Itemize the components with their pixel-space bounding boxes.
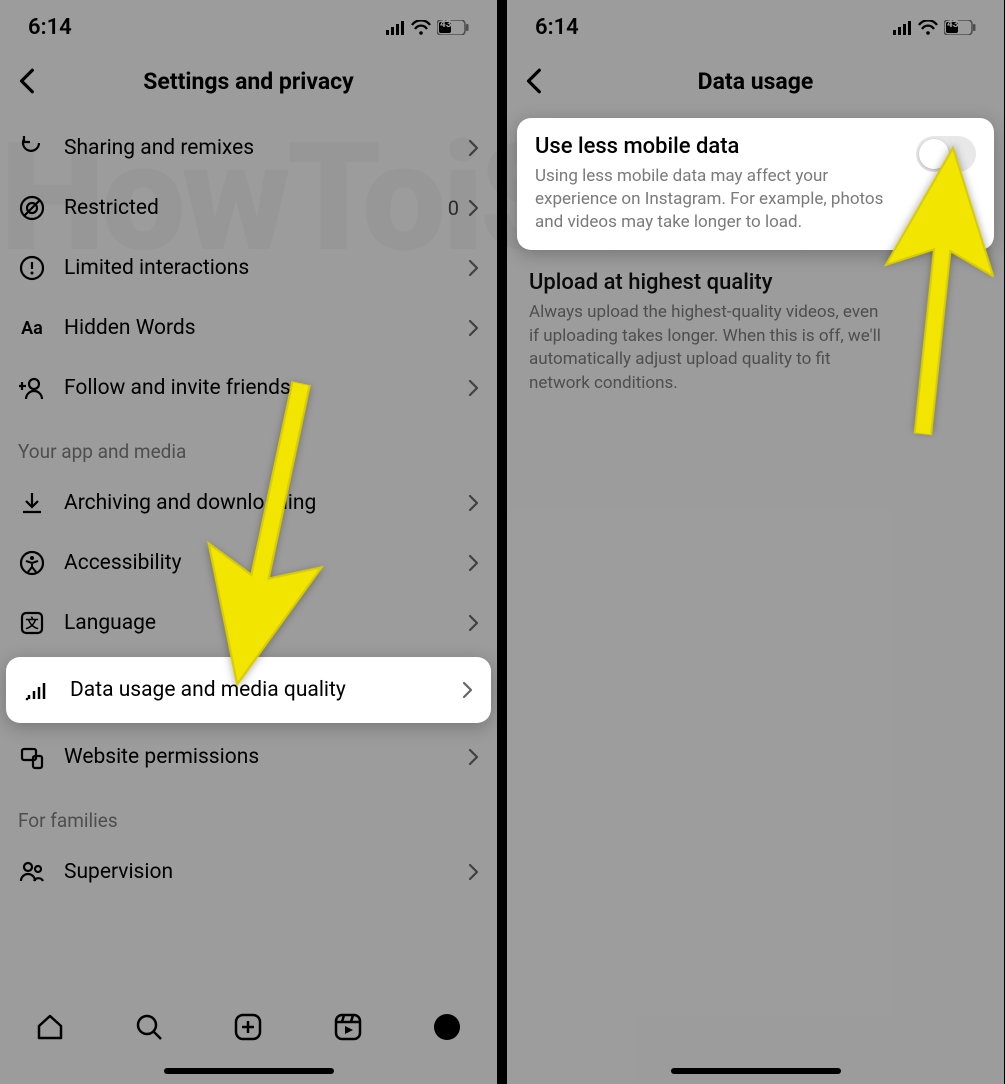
battery-level: 43 (947, 19, 958, 30)
status-time: 6:14 (28, 15, 72, 40)
row-limited-interactions[interactable]: Limited interactions (0, 238, 497, 298)
toggle-use-less-data[interactable] (916, 136, 976, 172)
signal-icon (22, 674, 54, 706)
tab-profile[interactable] (432, 1012, 462, 1046)
row-label: Website permissions (64, 745, 467, 769)
chevron-right-icon (467, 259, 481, 277)
block-upload-quality: Upload at highest quality Always upload … (507, 250, 1004, 396)
signal-icon (893, 20, 912, 35)
refresh-icon (16, 132, 48, 164)
status-bar: 6:14 43 (0, 0, 497, 54)
chevron-right-icon (467, 319, 481, 337)
add-user-icon (16, 372, 48, 404)
row-restricted[interactable]: Restricted 0 (0, 178, 497, 238)
row-accessibility[interactable]: Accessibility (0, 533, 497, 593)
row-label: Archiving and downloading (64, 491, 467, 515)
chevron-right-icon (467, 494, 481, 512)
screenshot-divider (497, 0, 507, 1084)
website-icon (16, 741, 48, 773)
chevron-right-icon (467, 199, 481, 217)
row-website-permissions[interactable]: Website permissions (0, 727, 497, 787)
chevron-right-icon (467, 863, 481, 881)
chevron-right-icon (461, 681, 475, 699)
tab-home[interactable] (35, 1012, 65, 1046)
card-desc: Using less mobile data may affect your e… (535, 165, 906, 234)
phone-left: 6:14 43 Settings and privacy Sharing and… (0, 0, 497, 1084)
signal-icon (386, 20, 405, 35)
screen-header: Data usage (507, 54, 1004, 108)
row-badge: 0 (448, 196, 459, 220)
row-label: Language (64, 611, 467, 635)
back-icon[interactable] (14, 67, 42, 95)
row-label: Restricted (64, 196, 448, 220)
chevron-right-icon (467, 379, 481, 397)
section-families: For families (0, 787, 497, 842)
block-desc: Always upload the highest-quality videos… (529, 301, 889, 396)
row-label: Limited interactions (64, 256, 467, 280)
chevron-right-icon (467, 139, 481, 157)
card-title: Use less mobile data (535, 134, 906, 159)
download-icon (16, 487, 48, 519)
page-title: Settings and privacy (0, 68, 497, 95)
wifi-icon (918, 20, 938, 35)
tab-reels[interactable] (333, 1012, 363, 1046)
row-label: Accessibility (64, 551, 467, 575)
supervision-icon (16, 856, 48, 888)
back-icon[interactable] (521, 67, 549, 95)
row-archiving[interactable]: Archiving and downloading (0, 473, 497, 533)
row-label: Hidden Words (64, 316, 467, 340)
status-bar: 6:14 43 (507, 0, 1004, 54)
row-supervision[interactable]: Supervision (0, 842, 497, 902)
accessibility-icon (16, 547, 48, 579)
aa-icon: Aa (16, 312, 48, 344)
row-label: Sharing and remixes (64, 136, 467, 160)
alert-icon (16, 252, 48, 284)
row-language[interactable]: Language (0, 593, 497, 653)
card-use-less-data: Use less mobile data Using less mobile d… (517, 118, 994, 250)
chevron-right-icon (467, 748, 481, 766)
battery-level: 43 (440, 19, 451, 30)
chevron-right-icon (467, 614, 481, 632)
restricted-icon (16, 192, 48, 224)
screen-header: Settings and privacy (0, 54, 497, 108)
tab-search[interactable] (134, 1012, 164, 1046)
wifi-icon (411, 20, 431, 35)
status-time: 6:14 (535, 15, 579, 40)
language-icon (16, 607, 48, 639)
page-title: Data usage (507, 68, 1004, 95)
row-label: Supervision (64, 860, 467, 884)
row-hidden-words[interactable]: Aa Hidden Words (0, 298, 497, 358)
row-label: Data usage and media quality (70, 678, 461, 702)
phone-right: 6:14 43 Data usage Use less mobile data … (507, 0, 1004, 1084)
section-app-media: Your app and media (0, 418, 497, 473)
chevron-right-icon (467, 554, 481, 572)
row-label: Follow and invite friends (64, 376, 467, 400)
block-title: Upload at highest quality (529, 270, 982, 295)
row-data-usage[interactable]: Data usage and media quality (6, 657, 491, 723)
home-indicator (164, 1068, 334, 1074)
row-sharing-remixes[interactable]: Sharing and remixes (0, 118, 497, 178)
row-follow-invite[interactable]: Follow and invite friends (0, 358, 497, 418)
tab-create[interactable] (233, 1012, 263, 1046)
home-indicator (671, 1068, 841, 1074)
